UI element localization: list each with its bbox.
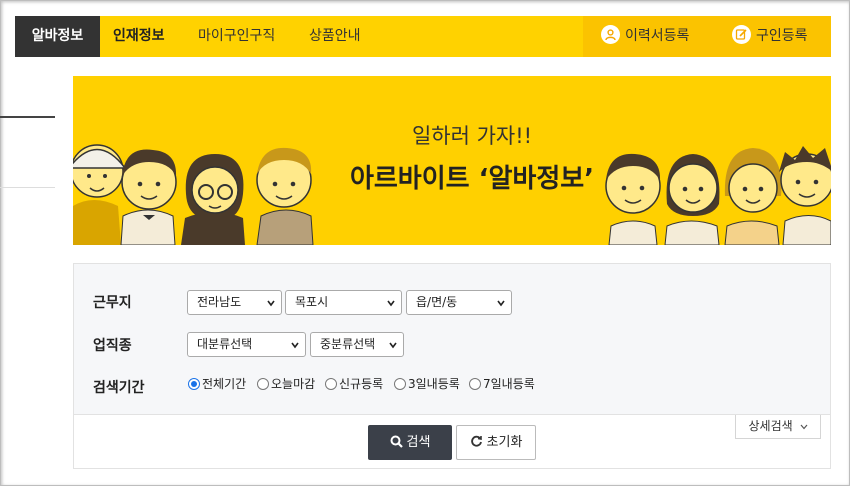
city-select-value: 목포시: [295, 295, 329, 309]
chevron-down-icon: [497, 300, 505, 307]
nav-right-actions: 이력서등록 구인등록: [583, 16, 831, 57]
detail-search-button[interactable]: 상세검색: [735, 415, 821, 439]
left-divider: [0, 116, 55, 118]
tab-alba-info[interactable]: 알바정보: [15, 16, 100, 57]
period-label: 검색기간: [93, 380, 145, 396]
major-category-select[interactable]: 대분류선택: [187, 332, 306, 357]
reset-button[interactable]: 초기화: [456, 425, 536, 460]
job-category-label: 업직종: [93, 338, 132, 354]
city-select[interactable]: 목포시: [285, 290, 402, 315]
left-divider-light: [0, 187, 55, 188]
sub-category-value: 중분류선택: [320, 337, 376, 351]
edit-icon: [732, 25, 751, 44]
radio-button[interactable]: [257, 378, 269, 390]
person-icon: [601, 25, 620, 44]
period-option-all[interactable]: 전체기간: [188, 377, 246, 393]
radio-button[interactable]: [394, 378, 406, 390]
period-option-label: 7일내등록: [483, 377, 535, 391]
major-category-value: 대분류선택: [197, 337, 253, 351]
sub-category-select[interactable]: 중분류선택: [310, 332, 404, 357]
province-select[interactable]: 전라남도: [187, 290, 282, 315]
period-option-label: 3일내등록: [408, 377, 460, 391]
province-select-value: 전라남도: [197, 295, 242, 309]
period-option-today[interactable]: 오늘마감: [257, 377, 315, 393]
chevron-down-icon: [387, 300, 395, 307]
resume-register-button[interactable]: 이력서등록: [601, 16, 689, 57]
banner-title: 아르바이트 ‘알바정보’: [349, 164, 595, 194]
district-select[interactable]: 읍/면/동: [406, 290, 512, 315]
location-label: 근무지: [93, 295, 132, 311]
banner-headline: 일하러 가자!!: [411, 124, 533, 148]
top-navigation: 알바정보 인재정보 마이구인구직 상품안내 이력서등록 구인등록: [15, 16, 831, 57]
period-option-3days[interactable]: 3일내등록: [394, 377, 460, 393]
tab-products[interactable]: 상품안내: [309, 16, 361, 57]
detail-search-label: 상세검색: [748, 419, 793, 433]
search-button[interactable]: 검색: [368, 425, 452, 460]
job-post-register-label: 구인등록: [756, 28, 808, 44]
refresh-icon: [470, 435, 482, 447]
period-option-label: 오늘마감: [271, 377, 316, 391]
reset-button-label: 초기화: [486, 435, 523, 450]
tab-talent-info[interactable]: 인재정보: [113, 16, 165, 57]
resume-register-label: 이력서등록: [625, 28, 690, 44]
radio-button[interactable]: [188, 378, 200, 390]
job-post-register-button[interactable]: 구인등록: [732, 16, 808, 57]
period-option-label: 전체기간: [202, 377, 247, 391]
chevron-down-icon: [267, 300, 275, 307]
radio-button[interactable]: [325, 378, 337, 390]
period-option-new[interactable]: 신규등록: [325, 377, 383, 393]
period-option-7days[interactable]: 7일내등록: [469, 377, 535, 393]
search-actions-area: [73, 415, 831, 469]
tab-my-job[interactable]: 마이구인구직: [198, 16, 275, 57]
search-icon: [390, 435, 403, 448]
promo-banner[interactable]: 일하러 가자!! 아르바이트 ‘알바정보’: [73, 76, 831, 245]
search-button-label: 검색: [406, 435, 431, 450]
chevron-down-icon: [291, 342, 299, 349]
chevron-down-icon: [800, 424, 807, 430]
chevron-down-icon: [389, 342, 397, 349]
district-select-value: 읍/면/동: [416, 295, 458, 309]
radio-button[interactable]: [469, 378, 481, 390]
period-option-label: 신규등록: [339, 377, 384, 391]
